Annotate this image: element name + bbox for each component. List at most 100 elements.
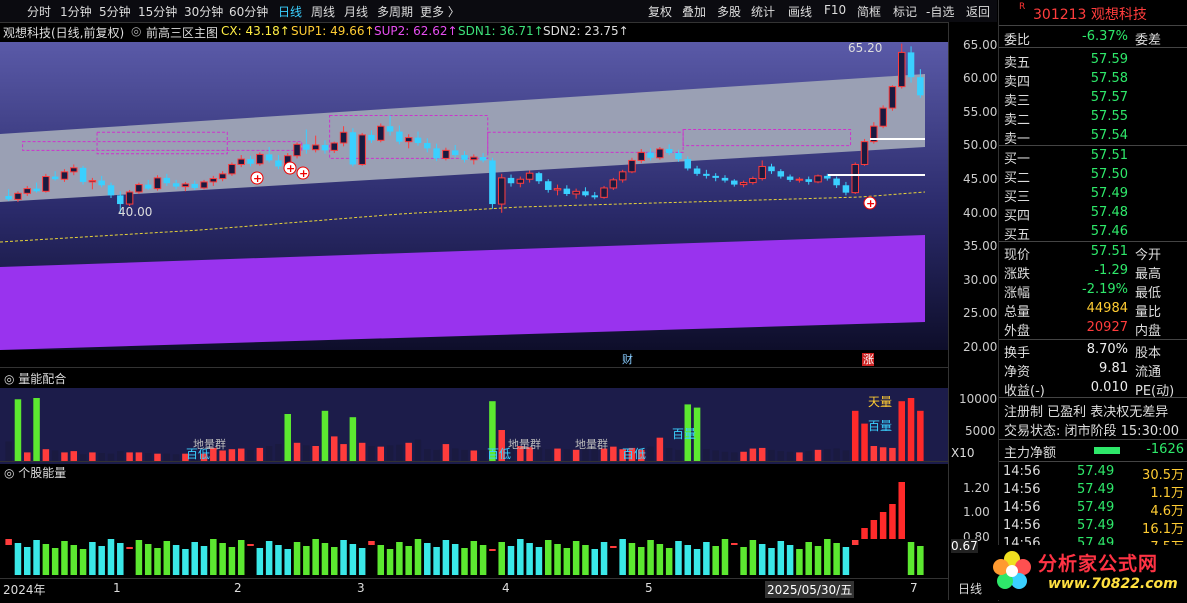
- tab-daily[interactable]: 日线: [278, 3, 302, 20]
- indicator-tick: 1.20: [963, 481, 990, 495]
- energy-bar: [256, 548, 264, 575]
- candle-body: [637, 151, 646, 161]
- tags-row: 注册制 已盈利 表决权无差异: [999, 401, 1187, 420]
- multi-stock-button[interactable]: 多股: [717, 3, 741, 20]
- overlay-button[interactable]: 叠加: [682, 3, 706, 20]
- stock-header[interactable]: 301213 观想科技: [1033, 4, 1147, 24]
- mark-button[interactable]: 标记: [893, 3, 917, 20]
- price-tick: 35.00: [963, 239, 998, 253]
- energy-bar: [889, 504, 896, 539]
- volume-bar: [917, 410, 924, 462]
- candle-body: [23, 188, 32, 194]
- volume-bar: [656, 437, 664, 462]
- ask-row[interactable]: 卖四 57.58: [999, 71, 1187, 90]
- candle-body: [693, 168, 701, 174]
- energy-bar: [563, 548, 571, 575]
- indicator-panel-title[interactable]: ◎ 个股能量: [4, 464, 66, 481]
- bid-row[interactable]: 买一 57.51: [999, 148, 1187, 167]
- ask-row[interactable]: 卖三 57.57: [999, 90, 1187, 109]
- candle-body: [368, 134, 375, 141]
- back-button[interactable]: 返回: [966, 3, 990, 20]
- tab-more[interactable]: 更多 〉: [420, 3, 460, 20]
- tick-volume: 30.5万: [1142, 468, 1184, 483]
- candle-body: [153, 177, 162, 190]
- candle-body: [703, 173, 710, 176]
- energy-bar: [786, 545, 794, 575]
- stat-label: 外盘: [1004, 324, 1031, 339]
- energy-bar: [833, 543, 840, 575]
- tick-row: 14:56 57.49 4.6万: [999, 500, 1187, 519]
- energy-bar: [665, 548, 673, 575]
- ask-row[interactable]: 卖五 57.59: [999, 52, 1187, 71]
- stat-label: 涨跌: [1004, 267, 1031, 282]
- volume-tick: 10000: [959, 392, 998, 406]
- volume-bar: [358, 442, 366, 462]
- watchlist-button[interactable]: -自选: [926, 3, 954, 20]
- candle-body: [79, 167, 87, 182]
- tick-price: 57.49: [1077, 464, 1115, 479]
- frame-button[interactable]: 简框: [857, 3, 881, 20]
- energy-bar: [619, 539, 626, 575]
- divider: [999, 461, 1187, 462]
- tab-60min[interactable]: 60分钟: [229, 3, 268, 20]
- bid-level-label: 买四: [1004, 209, 1031, 224]
- volume-bar: [554, 448, 561, 462]
- tab-multi-period[interactable]: 多周期: [377, 3, 413, 20]
- candle-body: [768, 166, 775, 172]
- kline-chart[interactable]: 65.20 40.00 + + + + 财 涨 天量 百量 百量 百低 地量群 …: [0, 42, 948, 578]
- tab-15min[interactable]: 15分钟: [138, 3, 177, 20]
- finance-event-marker[interactable]: 财: [622, 352, 633, 366]
- f10-button[interactable]: F10: [824, 3, 846, 17]
- stat-label: 换手: [1004, 346, 1031, 361]
- chart-title: 观想科技(日线,前复权): [3, 26, 125, 40]
- candle-body: [88, 180, 97, 183]
- candle-body: [275, 160, 282, 167]
- volume-bar: [275, 444, 282, 462]
- volume-bar: [889, 447, 896, 462]
- energy-bar: [70, 545, 78, 575]
- bid-row[interactable]: 买二 57.50: [999, 167, 1187, 186]
- volume-bar: [442, 444, 450, 462]
- chevron-down-icon[interactable]: ◎: [131, 24, 141, 38]
- volume-bar: [907, 398, 915, 462]
- price-tick: 40.00: [963, 206, 998, 220]
- price-tick: 30.00: [963, 273, 998, 287]
- volume-panel-title[interactable]: ◎ 量能配合: [4, 370, 66, 387]
- volume-bar: [340, 444, 347, 462]
- candle-body: [33, 188, 40, 192]
- bid-row[interactable]: 买四 57.48: [999, 205, 1187, 224]
- candle-body: [795, 178, 804, 181]
- weibi-label: 委比: [1004, 33, 1031, 48]
- tick-row: 14:56 57.49 30.5万: [999, 464, 1187, 483]
- tab-monthly[interactable]: 月线: [344, 3, 368, 20]
- quote-panel: R 301213 观想科技 委比 -6.37% 委差 卖五 57.59 卖四 57.5…: [998, 0, 1187, 601]
- tab-weekly[interactable]: 周线: [311, 3, 335, 20]
- stat-label: 涨幅: [1004, 286, 1031, 301]
- tab-30min[interactable]: 30分钟: [184, 3, 223, 20]
- bid-row[interactable]: 买三 57.49: [999, 186, 1187, 205]
- volume-bar: [833, 448, 840, 462]
- energy-bar: [191, 542, 198, 575]
- volume-bar: [377, 446, 385, 462]
- indicator-name[interactable]: 前高三区主图: [146, 24, 218, 41]
- tick-volume: 4.6万: [1150, 504, 1184, 519]
- draw-button[interactable]: 画线: [788, 3, 812, 20]
- divider: [999, 397, 1187, 398]
- energy-bars: [5, 482, 924, 575]
- tab-5min[interactable]: 5分钟: [99, 3, 131, 20]
- tab-fenshi[interactable]: 分时: [27, 3, 51, 20]
- fuquan-button[interactable]: 复权: [648, 3, 672, 20]
- bid-price: 57.51: [1090, 148, 1128, 163]
- candle-body: [293, 143, 301, 157]
- volume-label: 地量群: [508, 437, 541, 451]
- ask-row[interactable]: 卖二 57.55: [999, 109, 1187, 128]
- stat-value: 44984: [1086, 301, 1128, 316]
- tick-row: 14:56 57.49 16.1万: [999, 518, 1187, 537]
- stats-button[interactable]: 统计: [751, 3, 775, 20]
- tab-1min[interactable]: 1分钟: [60, 3, 92, 20]
- energy-bar: [24, 547, 31, 575]
- candle-body: [5, 196, 12, 200]
- date-tick: 7: [910, 581, 918, 595]
- energy-bar: [275, 545, 282, 575]
- plus-icon-glyph: +: [286, 162, 295, 175]
